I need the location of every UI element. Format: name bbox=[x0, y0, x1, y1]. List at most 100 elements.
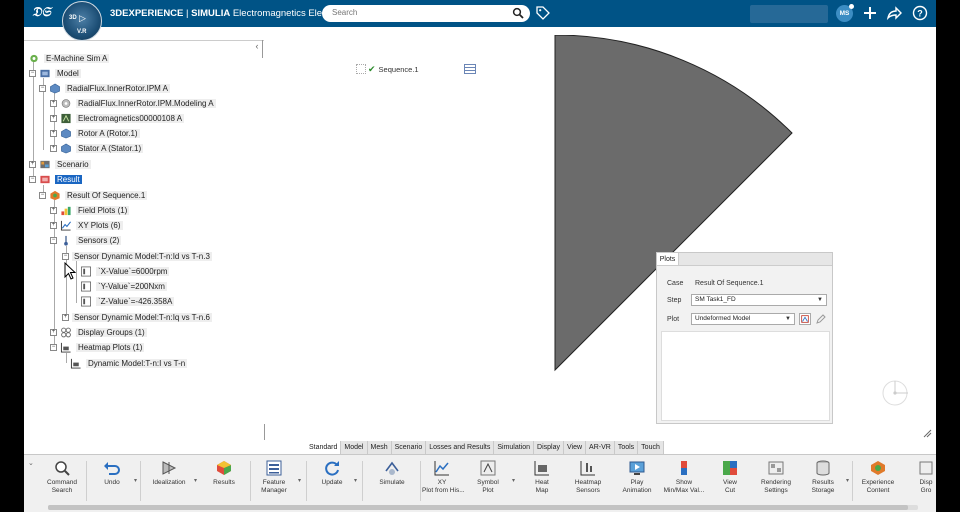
collapse-tree-icon[interactable]: ‹ bbox=[252, 41, 262, 51]
results-button[interactable]: Results bbox=[206, 459, 242, 487]
tree-item-xy-plots[interactable]: + XY Plots (6) bbox=[50, 219, 123, 232]
top-bar: 𝔇𝔖 3DEXPERIENCE | SIMULIA Electromagneti… bbox=[24, 0, 936, 27]
tree-item-sensor-1[interactable]: − Sensor Dynamic Model:T-n:Id vs T-n.3 bbox=[62, 250, 212, 263]
expand-toggle-icon[interactable]: + bbox=[50, 145, 57, 152]
collapse-toggle-icon[interactable]: − bbox=[50, 237, 57, 244]
tab-display[interactable]: Display bbox=[534, 441, 564, 454]
search-box[interactable] bbox=[322, 5, 530, 22]
show-minmax-button[interactable]: Show Min/Max Val... bbox=[660, 459, 708, 495]
expand-toggle-icon[interactable]: + bbox=[50, 222, 57, 229]
tab-mesh[interactable]: Mesh bbox=[367, 441, 392, 454]
rendering-settings-button[interactable]: Rendering Settings bbox=[756, 459, 796, 495]
tree-item-modeling[interactable]: + RadialFlux.InnerRotor.IPM.Modeling A bbox=[50, 97, 216, 110]
tree-item-sensor-2[interactable]: + Sensor Dynamic Model:T-n:Iq vs T-n.6 bbox=[62, 311, 212, 324]
compass-play-icon[interactable]: ▷ bbox=[79, 13, 86, 24]
simulate-icon bbox=[385, 461, 399, 475]
tab-standard[interactable]: Standard bbox=[306, 441, 342, 454]
collapse-toggle-icon[interactable]: − bbox=[29, 70, 36, 77]
action-bar-scrollbar[interactable] bbox=[48, 505, 908, 510]
plot-select[interactable]: Undeformed Model ▼ bbox=[691, 313, 795, 325]
action-bar-collapse-icon[interactable]: ⌄ bbox=[28, 459, 34, 467]
expand-toggle-icon[interactable]: + bbox=[50, 130, 57, 137]
collapse-toggle-icon[interactable]: − bbox=[50, 344, 57, 351]
help-icon[interactable]: ? bbox=[912, 5, 928, 21]
display-group-button[interactable]: Disp Gro bbox=[916, 459, 936, 495]
tab-touch[interactable]: Touch bbox=[638, 441, 664, 454]
tree-item-z-value[interactable]: `Z-Value`=-426.358A bbox=[80, 295, 175, 308]
expand-toggle-icon[interactable]: + bbox=[29, 161, 36, 168]
heatmap-sensors-button[interactable]: Heatmap Sensors bbox=[568, 459, 608, 495]
expand-toggle-icon[interactable]: + bbox=[62, 314, 69, 321]
tree-item-scenario[interactable]: + Scenario bbox=[29, 158, 91, 171]
tree-item-rotor[interactable]: + Rotor A (Rotor.1) bbox=[50, 127, 140, 140]
search-input[interactable] bbox=[332, 8, 502, 17]
tree-item-sensors[interactable]: − Sensors (2) bbox=[50, 234, 122, 247]
tree-label: Field Plots (1) bbox=[76, 206, 130, 215]
tree-item-field-plots[interactable]: + Field Plots (1) bbox=[50, 204, 130, 217]
share-icon[interactable] bbox=[886, 5, 902, 21]
tree-label: RadialFlux.InnerRotor.IPM A bbox=[65, 84, 170, 93]
results-storage-button[interactable]: Results Storage ▾ bbox=[804, 459, 849, 495]
update-dropdown-icon[interactable]: ▾ bbox=[354, 477, 357, 484]
expand-toggle-icon[interactable]: + bbox=[50, 329, 57, 336]
tree-root[interactable]: E-Machine Sim A bbox=[28, 52, 110, 65]
sequence-tag[interactable]: ✔ Sequence.1 bbox=[368, 64, 419, 75]
tab-tools[interactable]: Tools bbox=[614, 441, 639, 454]
tree-item-model[interactable]: − Model bbox=[29, 67, 81, 80]
xy-plot-button[interactable]: XY Plot from His... bbox=[422, 459, 465, 495]
undo-button[interactable]: Undo ▾ bbox=[94, 459, 137, 487]
step-select[interactable]: SM Task1_FD ▼ bbox=[691, 294, 827, 306]
command-search-button[interactable]: Command Search bbox=[44, 459, 80, 495]
symbol-plot-dropdown-icon[interactable]: ▾ bbox=[512, 477, 515, 484]
plot-options-icon[interactable] bbox=[799, 313, 811, 325]
tab-ar-vr[interactable]: AR-VR bbox=[586, 441, 615, 454]
tab-view[interactable]: View bbox=[564, 441, 587, 454]
tree-item-electromagnetics[interactable]: + Electromagnetics00000108 A bbox=[50, 112, 185, 125]
collapse-toggle-icon[interactable]: − bbox=[39, 85, 46, 92]
tag-icon[interactable] bbox=[536, 6, 550, 20]
add-icon[interactable] bbox=[862, 5, 878, 21]
tab-scenario[interactable]: Scenario bbox=[391, 441, 427, 454]
feature-manager-dropdown-icon[interactable]: ▾ bbox=[298, 477, 301, 484]
play-animation-button[interactable]: Play Animation bbox=[618, 459, 656, 495]
tab-simulation[interactable]: Simulation bbox=[494, 441, 535, 454]
heat-map-button[interactable]: Heat Map bbox=[526, 459, 558, 495]
idealization-button[interactable]: Idealization ▾ bbox=[146, 459, 197, 487]
tree-item-y-value[interactable]: `Y-Value`=200Nxm bbox=[80, 280, 167, 293]
edit-pencil-icon[interactable] bbox=[815, 313, 827, 325]
experience-content-button[interactable]: Experience Content bbox=[856, 459, 900, 495]
compass-widget[interactable]: 3D ▷ V.R bbox=[62, 1, 102, 41]
feature-manager-button[interactable]: Feature Manager ▾ bbox=[254, 459, 301, 495]
tree-splitter[interactable] bbox=[262, 40, 263, 58]
collapse-toggle-icon[interactable]: − bbox=[29, 176, 36, 183]
expand-toggle-icon[interactable]: + bbox=[50, 207, 57, 214]
right-black-bar bbox=[936, 0, 960, 512]
undo-dropdown-icon[interactable]: ▾ bbox=[134, 477, 137, 484]
tree-item-stator[interactable]: + Stator A (Stator.1) bbox=[50, 142, 144, 155]
collapse-toggle-icon[interactable]: − bbox=[39, 192, 46, 199]
tree-item-x-value[interactable]: `X-Value`=6000rpm bbox=[80, 265, 170, 278]
tree-item-heatmap[interactable]: Dynamic Model:T-n:I vs T-n bbox=[70, 357, 188, 370]
tree-item-result-of-sequence[interactable]: − Result Of Sequence.1 bbox=[39, 189, 148, 202]
tab-losses-and-results[interactable]: Losses and Results bbox=[426, 441, 495, 454]
tab-plots[interactable]: Plots bbox=[657, 253, 679, 266]
tab-model[interactable]: Model bbox=[341, 441, 368, 454]
viewer-splitter[interactable] bbox=[264, 424, 265, 440]
tree-item-product[interactable]: − RadialFlux.InnerRotor.IPM A bbox=[39, 82, 170, 95]
expand-toggle-icon[interactable]: + bbox=[50, 115, 57, 122]
sequence-list-icon[interactable] bbox=[464, 64, 476, 74]
view-cut-button[interactable]: View Cut bbox=[714, 459, 746, 495]
update-button[interactable]: Update ▾ bbox=[314, 459, 357, 487]
tree-item-display-groups[interactable]: + Display Groups (1) bbox=[50, 326, 147, 339]
tree-item-result[interactable]: − Result bbox=[29, 173, 82, 186]
search-icon[interactable] bbox=[512, 7, 524, 19]
tree-item-heatmap-plots[interactable]: − Heatmap Plots (1) bbox=[50, 341, 145, 354]
symbol-plot-button[interactable]: Symbol Plot ▾ bbox=[470, 459, 515, 495]
simulate-button[interactable]: Simulate bbox=[374, 459, 410, 487]
resize-grip-icon[interactable] bbox=[922, 428, 932, 438]
results-storage-dropdown-icon[interactable]: ▾ bbox=[846, 477, 849, 484]
axis-triad-icon[interactable] bbox=[880, 378, 910, 408]
collapse-toggle-icon[interactable]: − bbox=[62, 253, 69, 260]
expand-toggle-icon[interactable]: + bbox=[50, 100, 57, 107]
idealization-dropdown-icon[interactable]: ▾ bbox=[194, 477, 197, 484]
